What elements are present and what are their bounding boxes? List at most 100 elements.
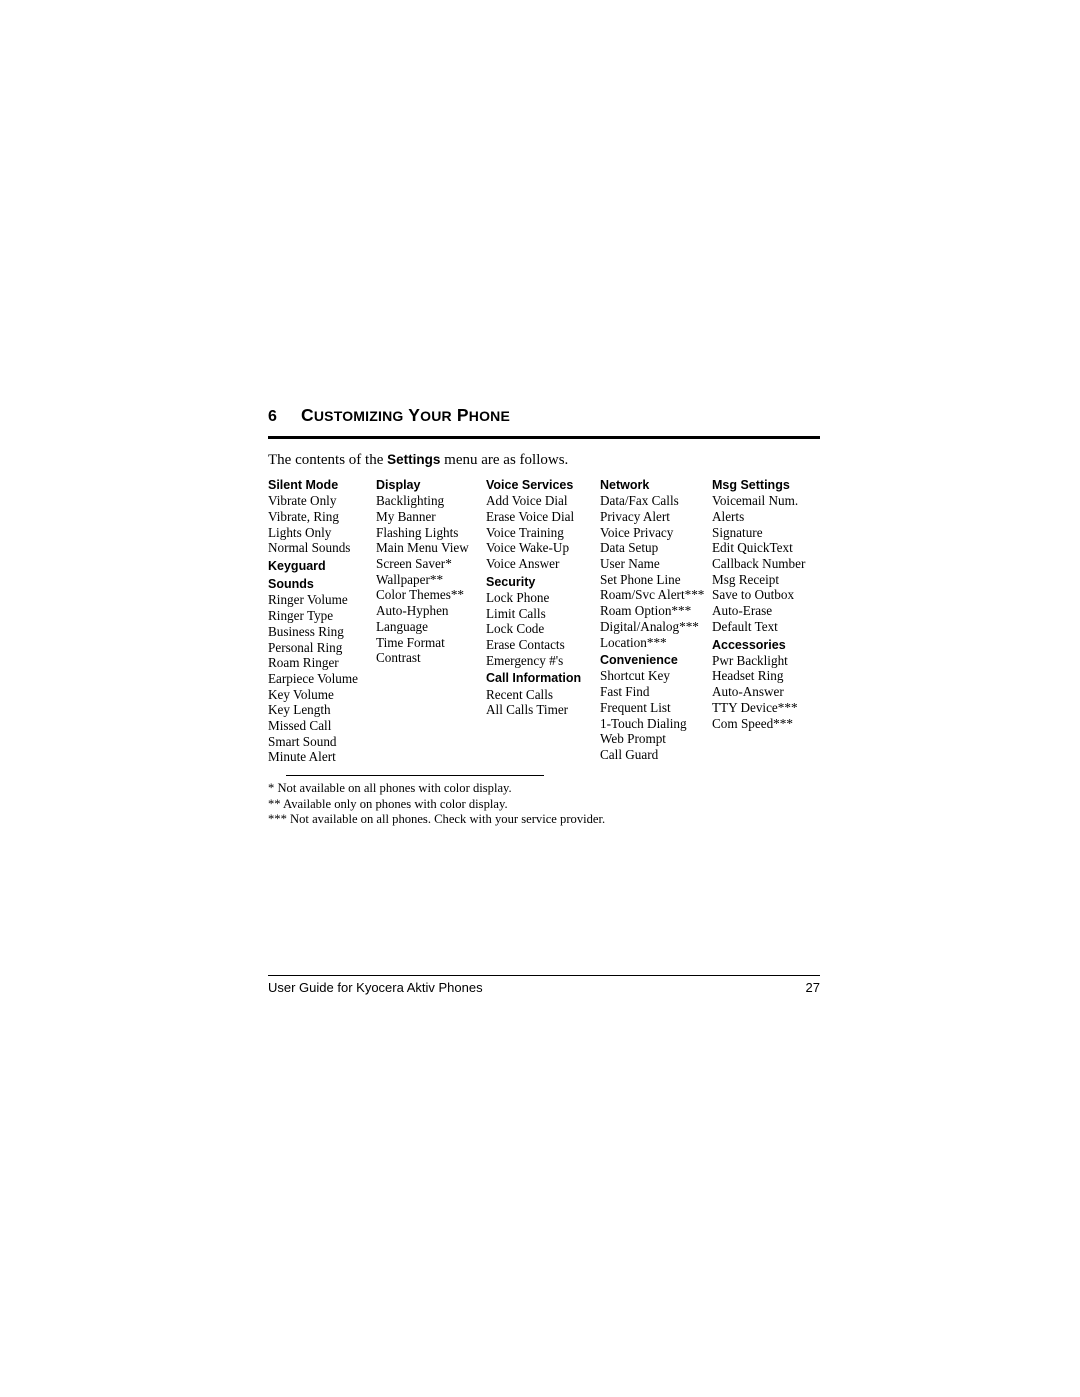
list-item: Digital/Analog*** [600, 618, 699, 634]
group-heading-sounds: Sounds [268, 577, 314, 592]
list-item: My Banner [376, 508, 436, 524]
list-item: Main Menu View [376, 540, 469, 556]
list-item: Roam Option*** [600, 603, 692, 619]
list-item: Color Themes** [376, 587, 465, 603]
list-item: Limit Calls [486, 605, 546, 621]
group-heading-convenience: Convenience [600, 653, 678, 668]
list-item: Privacy Alert [600, 508, 670, 524]
list-item: 1-Touch Dialing [600, 715, 687, 731]
intro-bold-term: Settings [387, 452, 441, 467]
settings-column-5: Msg Settings Voicemail Num. Alerts Signa… [712, 477, 832, 731]
list-item: Com Speed*** [712, 715, 793, 731]
settings-column-4: Network Data/Fax Calls Privacy Alert Voi… [600, 477, 712, 763]
footnote-1: * Not available on all phones with color… [268, 781, 512, 795]
document-page: 6 CUSTOMIZING YOUR PHONE The contents of… [0, 0, 1080, 1397]
list-item: Edit QuickText [712, 540, 793, 556]
footer-document-title: User Guide for Kyocera Aktiv Phones [268, 980, 483, 995]
list-item: Voice Training [486, 524, 564, 540]
list-item: Earpiece Volume [268, 670, 358, 686]
page-title: CUSTOMIZING YOUR PHONE [301, 405, 511, 425]
list-item: Ringer Volume [268, 592, 348, 608]
list-item: Call Guard [600, 746, 659, 762]
list-item: Personal Ring [268, 639, 343, 655]
list-item: Auto-Answer [712, 684, 784, 700]
intro-after: menu are as follows. [440, 452, 569, 468]
list-item: Flashing Lights [376, 524, 459, 540]
list-item: Recent Calls [486, 686, 554, 702]
list-item: Screen Saver* [376, 556, 452, 572]
list-item: Vibrate Only [268, 493, 337, 509]
footer-page-number: 27 [805, 980, 820, 995]
list-item: Callback Number [712, 556, 806, 572]
footnote-2: ** Available only on phones with color d… [268, 796, 508, 811]
list-item: Erase Contacts [486, 637, 565, 653]
list-item: Location*** [600, 634, 667, 650]
list-item: Pwr Backlight [712, 652, 788, 668]
list-item: Language [376, 618, 428, 634]
list-item: Data/Fax Calls [600, 493, 679, 509]
title-divider [268, 436, 820, 439]
group-heading-silent-mode: Silent Mode [268, 478, 339, 492]
list-item: Frequent List [600, 699, 671, 715]
group-heading-msg-settings: Msg Settings [712, 478, 790, 492]
group-heading-network: Network [600, 478, 650, 492]
list-item: Data Setup [600, 540, 659, 556]
list-item: Minute Alert [268, 749, 336, 765]
list-item: Normal Sounds [268, 540, 351, 556]
chapter-heading: 6 CUSTOMIZING YOUR PHONE [268, 405, 820, 426]
group-heading-keyguard: Keyguard [268, 559, 326, 574]
list-item: Roam/Svc Alert*** [600, 587, 705, 603]
footnote-divider [286, 775, 544, 776]
list-item: Headset Ring [712, 668, 784, 684]
list-item: Add Voice Dial [486, 493, 568, 509]
list-item: Emergency #'s [486, 652, 564, 668]
list-item: Key Volume [268, 686, 334, 702]
list-item: User Name [600, 556, 660, 572]
list-item: Roam Ringer [268, 655, 339, 671]
list-item: Lock Code [486, 621, 545, 637]
list-item: Save to Outbox [712, 587, 795, 603]
list-item: Wallpaper** [376, 571, 444, 587]
list-item: Key Length [268, 702, 331, 718]
footnotes: * Not available on all phones with color… [268, 781, 605, 828]
intro-before: The contents of the [268, 452, 388, 468]
list-item: Contrast [376, 650, 421, 666]
list-item: Signature [712, 524, 763, 540]
list-item: Default Text [712, 618, 778, 634]
chapter-number: 6 [268, 408, 277, 425]
list-item: Erase Voice Dial [486, 508, 575, 524]
list-item: Lock Phone [486, 589, 550, 605]
group-heading-voice-services: Voice Services [486, 478, 574, 492]
list-item: Web Prompt [600, 731, 666, 747]
list-item: Voice Wake-Up [486, 540, 570, 556]
settings-column-3: Voice Services Add Voice Dial Erase Voic… [486, 477, 601, 718]
list-item: Auto-Hyphen [376, 603, 449, 619]
list-item: Lights Only [268, 524, 332, 540]
list-item: Voicemail Num. [712, 493, 799, 509]
list-item: All Calls Timer [486, 702, 569, 718]
page-footer: User Guide for Kyocera Aktiv Phones 27 [268, 980, 820, 995]
group-heading-call-information: Call Information [486, 671, 582, 686]
list-item: Voice Privacy [600, 524, 674, 540]
list-item: Smart Sound [268, 733, 337, 749]
list-item: Set Phone Line [600, 571, 681, 587]
footer-divider [268, 975, 820, 976]
list-item: Time Format [376, 634, 445, 650]
settings-column-2: Display Backlighting My Banner Flashing … [376, 477, 488, 666]
list-item: Business Ring [268, 623, 344, 639]
list-item: Alerts [712, 508, 745, 524]
group-heading-display: Display [376, 478, 421, 492]
intro-paragraph: The contents of the Settings menu are as… [268, 452, 568, 469]
group-heading-security: Security [486, 574, 536, 589]
group-heading-accessories: Accessories [712, 637, 786, 652]
list-item: TTY Device*** [712, 699, 798, 715]
list-item: Backlighting [376, 493, 445, 509]
list-item: Msg Receipt [712, 571, 780, 587]
footnote-3: *** Not available on all phones. Check w… [268, 812, 606, 827]
list-item: Missed Call [268, 718, 332, 734]
list-item: Auto-Erase [712, 603, 773, 619]
list-item: Voice Answer [486, 556, 560, 572]
list-item: Shortcut Key [600, 668, 670, 684]
list-item: Vibrate, Ring [268, 508, 339, 524]
list-item: Ringer Type [268, 608, 334, 624]
